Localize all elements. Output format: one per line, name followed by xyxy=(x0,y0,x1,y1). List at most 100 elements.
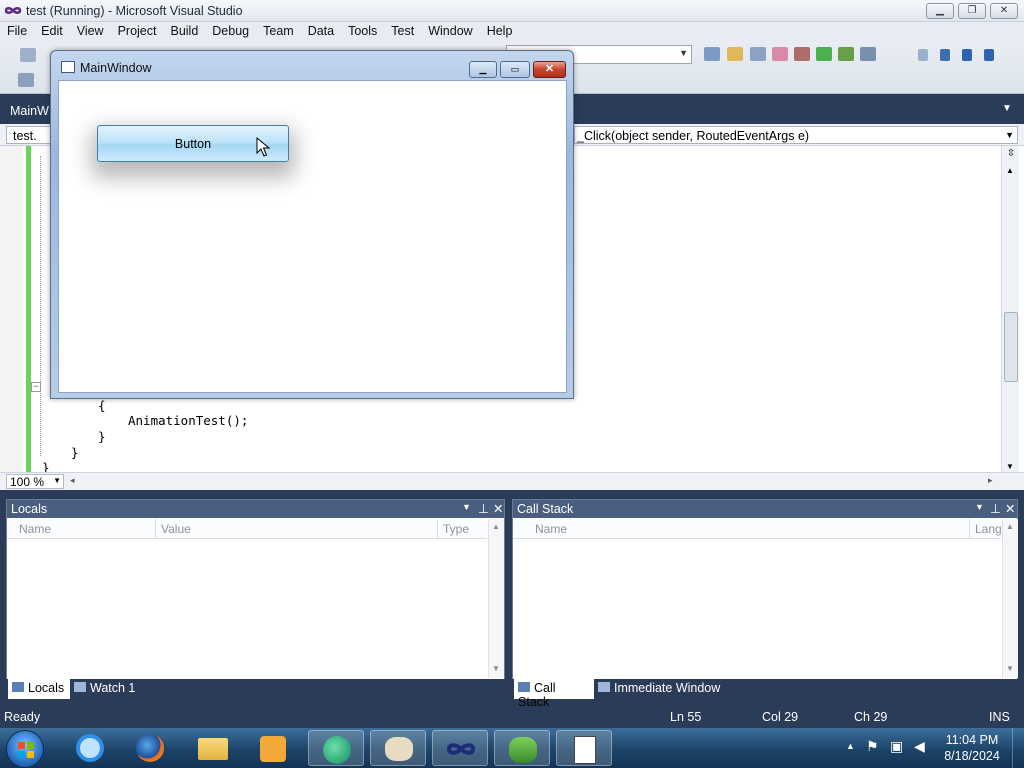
clock[interactable]: 11:04 PM 8/18/2024 xyxy=(940,732,1004,764)
close-icon[interactable]: ✕ xyxy=(1005,501,1015,516)
code-line: AnimationTest(); xyxy=(128,413,249,428)
zoom-combobox[interactable]: 100 % ▼ xyxy=(6,474,64,489)
code-line: } xyxy=(98,429,106,444)
new-project-icon[interactable] xyxy=(20,48,36,62)
network-icon[interactable]: ▣ xyxy=(890,738,903,755)
callstack-scrollbar[interactable]: ▲ ▼ xyxy=(1002,519,1018,678)
member-combobox[interactable]: _Click(object sender, RoutedEventArgs e)… xyxy=(574,126,1018,144)
column-value[interactable]: Value xyxy=(161,522,191,536)
tab-call-stack[interactable]: Call Stack xyxy=(514,679,594,709)
column-language[interactable]: Lang xyxy=(975,522,1002,536)
paint-icon xyxy=(385,737,413,761)
maximize-button[interactable]: ❐ xyxy=(958,3,986,19)
folder-icon[interactable] xyxy=(727,47,743,61)
toolbox-icon[interactable] xyxy=(772,47,788,61)
menu-test[interactable]: Test xyxy=(384,22,421,38)
window-icon xyxy=(61,61,75,73)
code-line: { xyxy=(98,398,106,413)
window-icon[interactable] xyxy=(750,47,766,61)
outline-guide xyxy=(40,156,41,456)
main-window-maximize-button[interactable]: ▭ xyxy=(500,61,530,78)
menu-tools[interactable]: Tools xyxy=(341,22,384,38)
menu-build[interactable]: Build xyxy=(163,22,205,38)
main-window-minimize-button[interactable]: ▁ xyxy=(469,61,497,78)
blend-icon xyxy=(323,736,351,764)
status-bar: Ready Ln 55 Col 29 Ch 29 INS xyxy=(0,707,1024,728)
column-type[interactable]: Type xyxy=(443,522,469,536)
tab-watch-label: Watch 1 xyxy=(90,681,136,695)
scroll-down-icon[interactable]: ▼ xyxy=(1006,462,1014,471)
restart-icon[interactable] xyxy=(984,49,994,61)
windows-taskbar: ▲ ⚑ ▣ ◀ 11:04 PM 8/18/2024 xyxy=(0,728,1024,768)
tab-watch[interactable]: Watch 1 xyxy=(74,681,135,701)
action-center-flag-icon[interactable]: ⚑ xyxy=(866,738,879,755)
chevron-down-icon: ▼ xyxy=(1005,130,1014,140)
start-button[interactable] xyxy=(6,730,44,768)
properties-icon[interactable] xyxy=(18,73,34,87)
split-icon[interactable]: ⇳ xyxy=(1005,148,1017,162)
show-hidden-icons[interactable]: ▲ xyxy=(846,741,855,751)
scroll-up-icon[interactable]: ▲ xyxy=(492,522,500,531)
scroll-up-icon[interactable]: ▲ xyxy=(1006,522,1014,531)
vertical-scrollbar[interactable]: ⇳ ▲ ▼ xyxy=(1001,146,1019,472)
collapse-icon[interactable]: − xyxy=(31,382,41,392)
locals-header: Locals ▼ ⊥ ✕ xyxy=(7,500,504,518)
taskbar-paint[interactable] xyxy=(370,730,426,766)
close-button[interactable]: ✕ xyxy=(990,3,1018,19)
locals-icon xyxy=(12,682,24,692)
locals-scrollbar[interactable]: ▲ ▼ xyxy=(488,519,504,678)
menu-data[interactable]: Data xyxy=(301,22,341,38)
pin-icon[interactable]: ⊥ xyxy=(478,501,489,516)
scroll-left-icon[interactable]: ◂ xyxy=(70,475,75,486)
menu-edit[interactable]: Edit xyxy=(34,22,70,38)
taskbar-explorer[interactable] xyxy=(184,730,240,766)
scroll-down-icon[interactable]: ▼ xyxy=(1006,664,1014,673)
visual-studio-logo-icon xyxy=(4,5,22,16)
tab-locals[interactable]: Locals xyxy=(8,679,70,699)
command-window-icon[interactable] xyxy=(860,47,876,61)
tab-mainwindow[interactable]: MainW xyxy=(10,104,49,118)
panel-dropdown-icon[interactable]: ▼ xyxy=(462,502,471,512)
panel-dropdown-icon[interactable]: ▼ xyxy=(975,502,984,512)
volume-muted-icon[interactable]: ◀ xyxy=(914,738,925,755)
scroll-up-icon[interactable]: ▲ xyxy=(1006,166,1014,175)
scroll-thumb[interactable] xyxy=(1004,312,1018,382)
tab-immediate-window[interactable]: Immediate Window xyxy=(598,681,720,701)
scroll-right-icon[interactable]: ▸ xyxy=(988,475,993,486)
taskbar-visual-studio[interactable] xyxy=(432,730,488,766)
status-line: Ln 55 xyxy=(670,710,702,724)
locals-panel: Locals ▼ ⊥ ✕ Name Value Type ▲ ▼ Locals … xyxy=(6,499,505,701)
solution-explorer-icon[interactable] xyxy=(704,47,720,61)
class-view-icon[interactable] xyxy=(838,47,854,61)
taskbar-media-player[interactable] xyxy=(246,730,302,766)
column-name[interactable]: Name xyxy=(19,522,51,536)
stop-icon[interactable] xyxy=(962,49,972,61)
continue-icon[interactable] xyxy=(918,49,928,61)
column-name[interactable]: Name xyxy=(535,522,567,536)
menu-project[interactable]: Project xyxy=(111,22,164,38)
main-window-close-button[interactable]: ✕ xyxy=(533,61,566,78)
menu-help[interactable]: Help xyxy=(480,22,520,38)
scroll-down-icon[interactable]: ▼ xyxy=(492,664,500,673)
firefox-icon xyxy=(136,734,164,762)
menu-window[interactable]: Window xyxy=(421,22,479,38)
minimize-icon: ▁ xyxy=(479,64,487,74)
menu-view[interactable]: View xyxy=(70,22,111,38)
pause-icon[interactable] xyxy=(940,49,950,61)
import-icon[interactable] xyxy=(816,47,832,61)
pin-icon[interactable]: ⊥ xyxy=(990,501,1001,516)
tab-dropdown-icon[interactable]: ▼ xyxy=(1002,103,1012,114)
menu-file[interactable]: File xyxy=(0,22,34,38)
taskbar-notepad[interactable] xyxy=(556,730,612,766)
show-desktop-button[interactable] xyxy=(1012,728,1024,768)
taskbar-blend[interactable] xyxy=(308,730,364,766)
close-icon[interactable]: ✕ xyxy=(493,501,503,516)
menu-team[interactable]: Team xyxy=(256,22,301,38)
taskbar-internet-explorer[interactable] xyxy=(62,730,118,766)
taskbar-firefox[interactable] xyxy=(122,730,178,766)
tools-icon[interactable] xyxy=(794,47,810,61)
menu-debug[interactable]: Debug xyxy=(205,22,256,38)
minimize-button[interactable]: ▁ xyxy=(926,3,954,19)
vs-title-bar: test (Running) - Microsoft Visual Studio… xyxy=(0,0,1024,22)
taskbar-users[interactable] xyxy=(494,730,550,766)
